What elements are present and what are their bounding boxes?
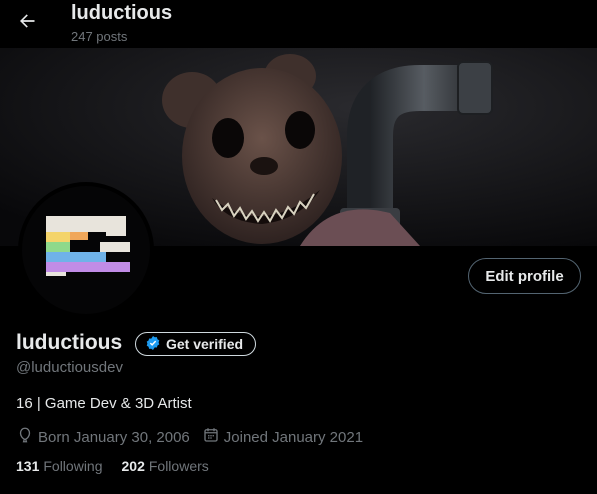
joined-item: Joined January 2021: [202, 426, 363, 448]
followers-label: Followers: [148, 458, 209, 474]
posts-count: 247 posts: [71, 29, 128, 44]
verified-badge-icon: [145, 335, 161, 354]
edit-profile-button[interactable]: Edit profile: [468, 258, 581, 294]
following-link[interactable]: 131 Following: [16, 458, 103, 474]
birthdate-item: Born January 30, 2006: [16, 426, 190, 448]
get-verified-button[interactable]: Get verified: [135, 332, 257, 356]
calendar-icon: [202, 426, 220, 448]
birthdate-text: Born January 30, 2006: [38, 428, 190, 446]
joined-text: Joined January 2021: [223, 428, 364, 446]
followers-count: 202: [121, 458, 145, 474]
followers-link[interactable]: 202 Followers: [122, 458, 209, 474]
profile-bio: 16 | Game Dev & 3D Artist: [16, 395, 192, 412]
following-count: 131: [16, 458, 40, 474]
following-label: Following: [43, 458, 103, 474]
follow-stats: 131 Following 202 Followers: [16, 458, 209, 474]
balloon-icon: [16, 426, 34, 448]
profile-handle: @luductiousdev: [16, 359, 123, 376]
top-bar: luductious 247 posts: [0, 0, 597, 48]
avatar[interactable]: [18, 182, 154, 318]
profile-meta: Born January 30, 2006 Joined January 202…: [16, 426, 375, 448]
arrow-left-icon: [17, 11, 37, 36]
profile-display-name: luductious: [16, 331, 123, 354]
back-button[interactable]: [10, 6, 44, 40]
page-title: luductious: [71, 2, 173, 24]
get-verified-label: Get verified: [166, 336, 244, 352]
